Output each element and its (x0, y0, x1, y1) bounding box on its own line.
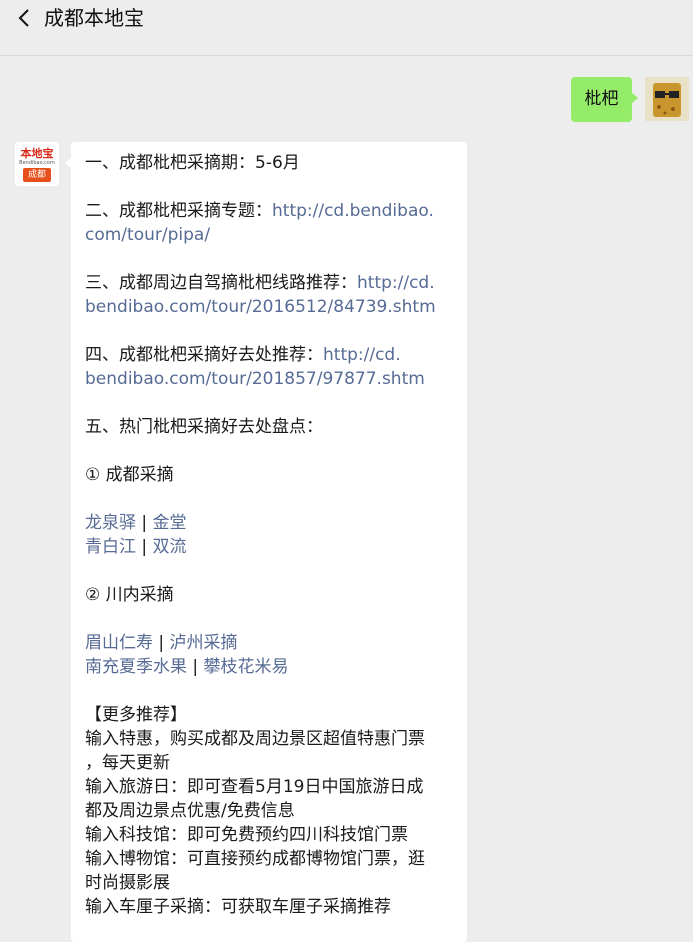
link-nanchong[interactable]: 南充夏季水果 (85, 657, 187, 677)
separator: | (136, 537, 153, 557)
separator: | (187, 657, 204, 677)
line-special-topic: 二、成都枇杷采摘专题：http://cd.bendibao. com/tour/p… (85, 199, 457, 247)
more-item-cherry: 输入车厘子采摘：可获取车厘子采摘推荐 (85, 897, 391, 917)
link-qingbaijiang[interactable]: 青白江 (85, 537, 136, 557)
link-places[interactable]: http://cd. (323, 345, 401, 365)
chengdu-links-1: 龙泉驿 | 金堂 (85, 511, 457, 535)
link-shuangliu[interactable]: 双流 (153, 537, 187, 557)
more-item-science-museum: 输入科技馆：即可免费预约四川科技馆门票 (85, 825, 408, 845)
bot-avatar[interactable]: 本地宝 Bendibao.com 成都 (15, 142, 59, 186)
more-item-discount-cont: ，每天更新 (85, 753, 170, 773)
more-item-discount: 输入特惠，购买成都及周边景区超值特惠门票 (85, 729, 425, 749)
outgoing-message[interactable]: 枇杷 (571, 77, 638, 122)
line-label: 四、成都枇杷采摘好去处推荐： (85, 345, 323, 365)
more-heading: 【更多推荐】 (85, 705, 187, 725)
more-item-tourism-day: 输入旅游日：即可查看5月19日中国旅游日成 (85, 777, 424, 797)
link-route-cont[interactable]: bendibao.com/tour/2016512/84739.shtm (85, 297, 436, 317)
line-hot-spots: 五、热门枇杷采摘好去处盘点： (85, 417, 323, 437)
logo-text: 本地宝 (20, 147, 54, 160)
more-item-museum-cont: 时尚摄影展 (85, 873, 170, 893)
chat-header: 成都本地宝 (0, 0, 693, 56)
separator: | (153, 633, 170, 653)
incoming-message: 一、成都枇杷采摘期：5-6月 二、成都枇杷采摘专题：http://cd.bend… (65, 142, 467, 942)
separator: | (136, 513, 153, 533)
section-sichuan: ② 川内采摘 (85, 585, 174, 605)
link-route[interactable]: http://cd. (357, 273, 435, 293)
line-label: 二、成都枇杷采摘专题： (85, 201, 272, 221)
logo-city: 成都 (23, 168, 51, 182)
line-picking-period: 一、成都枇杷采摘期：5-6月 (85, 153, 300, 173)
back-chevron-icon[interactable] (14, 7, 36, 29)
chengdu-links-2: 青白江 | 双流 (85, 535, 457, 559)
link-places-cont[interactable]: bendibao.com/tour/201857/97877.shtm (85, 369, 425, 389)
user-avatar[interactable] (645, 77, 689, 121)
link-pipa-topic-cont[interactable]: com/tour/pipa/ (85, 225, 210, 245)
more-item-tourism-day-cont: 都及周边景点优惠/免费信息 (85, 801, 295, 821)
line-label: 三、成都周边自驾摘枇杷线路推荐： (85, 273, 357, 293)
logo-subtext: Bendibao.com (19, 160, 55, 166)
section-chengdu: ① 成都采摘 (85, 465, 174, 485)
more-item-museum: 输入博物馆：可直接预约成都博物馆门票，逛 (85, 849, 425, 869)
link-meishan[interactable]: 眉山仁寿 (85, 633, 153, 653)
sichuan-links-1: 眉山仁寿 | 泸州采摘 (85, 631, 457, 655)
line-route: 三、成都周边自驾摘枇杷线路推荐：http://cd. bendibao.com/t… (85, 271, 457, 319)
link-luzhou[interactable]: 泸州采摘 (170, 633, 238, 653)
link-pipa-topic[interactable]: http://cd.bendibao. (272, 201, 434, 221)
chat-title: 成都本地宝 (44, 6, 144, 30)
link-longquanyi[interactable]: 龙泉驿 (85, 513, 136, 533)
line-places: 四、成都枇杷采摘好去处推荐：http://cd. bendibao.com/tou… (85, 343, 457, 391)
sichuan-links-2: 南充夏季水果 | 攀枝花米易 (85, 655, 457, 679)
link-panzhihua[interactable]: 攀枝花米易 (204, 657, 289, 677)
link-jintang[interactable]: 金堂 (153, 513, 187, 533)
